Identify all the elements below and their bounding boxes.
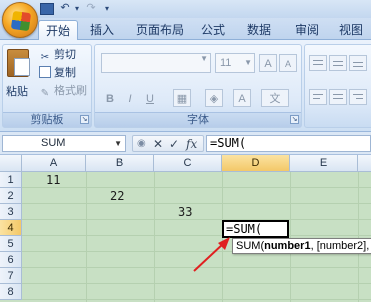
align-top-button[interactable] (309, 55, 327, 71)
ribbon: 粘贴 ✂ 剪切 复制 ✎ 格式刷 剪贴板 ↘ ▼ 11 ▼ A A B I U ▦ ◈… (0, 40, 371, 132)
customize-icon[interactable]: ▾ (100, 2, 114, 15)
font-size-combo[interactable]: 11 ▼ (215, 53, 255, 73)
align-right-button[interactable] (349, 89, 367, 105)
row-header-6[interactable]: 6 (0, 252, 22, 268)
tab-review[interactable]: 审阅 (292, 20, 322, 40)
clipboard-launcher-icon[interactable]: ↘ (80, 115, 89, 124)
copy-button[interactable]: 复制 (39, 65, 76, 81)
copy-label: 复制 (54, 67, 76, 79)
gridline (22, 299, 371, 300)
gridline (22, 219, 371, 220)
paste-button[interactable]: 粘贴 (6, 83, 28, 99)
brush-icon: ✎ (40, 88, 50, 99)
worksheet-grid[interactable]: A B C D E 1 2 3 4 5 6 7 8 11 22 33 =SUM(… (0, 155, 371, 302)
underline-button[interactable]: U (141, 89, 159, 107)
annotation-arrow-icon (193, 237, 230, 272)
font-color-button[interactable]: A (233, 89, 251, 107)
chevron-down-icon: ▼ (114, 139, 122, 148)
font-name-combo[interactable]: ▼ (101, 53, 211, 73)
align-left-button[interactable] (309, 89, 327, 105)
office-button[interactable] (2, 2, 38, 38)
phonetic-button[interactable]: 文 (261, 89, 289, 107)
enter-icon[interactable]: ✓ (169, 136, 179, 152)
align-bottom-button[interactable] (349, 55, 367, 71)
alignment-group (304, 44, 371, 128)
formula-bar: SUM ▼ ◉ ✕ ✓ fx =SUM( (0, 132, 371, 155)
column-header-a[interactable]: A (22, 155, 86, 172)
undo-dropdown-icon[interactable]: ▾ (70, 2, 84, 15)
row-header-8[interactable]: 8 (0, 284, 22, 300)
formula-bar-expand-icon[interactable]: ◉ (137, 136, 146, 152)
tab-view[interactable]: 视图 (336, 20, 366, 40)
redo-icon[interactable]: ↷ (84, 2, 98, 15)
tooltip-current-argument[interactable]: number1 (264, 240, 310, 252)
select-all-corner[interactable] (0, 155, 22, 172)
font-size-value: 11 (220, 57, 232, 69)
fill-color-button[interactable]: ◈ (205, 89, 223, 107)
tooltip-remaining-arguments: , [number2], ...) (310, 240, 371, 252)
column-header-d[interactable]: D (222, 155, 290, 172)
function-tooltip[interactable]: SUM(number1, [number2], ...) (232, 238, 371, 254)
office-logo-icon (10, 10, 32, 32)
column-header-e[interactable]: E (290, 155, 358, 172)
italic-button[interactable]: I (121, 89, 139, 107)
clipboard-group-label: 剪贴板 (3, 112, 91, 127)
gridline (22, 187, 371, 188)
name-box[interactable]: SUM ▼ (2, 135, 126, 152)
cell-b2[interactable]: 22 (110, 188, 124, 204)
gridline (22, 203, 371, 204)
gridline (22, 283, 371, 284)
column-header-f[interactable] (358, 155, 371, 172)
chevron-down-icon: ▼ (200, 54, 208, 63)
name-box-value: SUM (41, 137, 66, 149)
chevron-down-icon: ▼ (244, 58, 252, 67)
tooltip-function-name[interactable]: SUM( (236, 240, 264, 252)
cell-a1[interactable]: 11 (46, 172, 60, 188)
formula-controls: ◉ ✕ ✓ fx (132, 135, 204, 152)
row-header-4[interactable]: 4 (0, 220, 22, 236)
save-icon[interactable] (40, 3, 54, 15)
tab-page-layout[interactable]: 页面布局 (132, 20, 188, 40)
shrink-font-button[interactable]: A (279, 54, 297, 72)
cut-label: 剪切 (54, 49, 76, 61)
grow-font-button[interactable]: A (259, 54, 277, 72)
format-painter-button[interactable]: ✎ 格式刷 (39, 83, 87, 99)
insert-function-icon[interactable]: fx (186, 136, 197, 152)
clipboard-group: 粘贴 ✂ 剪切 复制 ✎ 格式刷 剪贴板 ↘ (2, 44, 92, 128)
cell-c3[interactable]: 33 (178, 204, 192, 220)
cancel-icon[interactable]: ✕ (153, 136, 163, 152)
format-painter-label: 格式刷 (54, 85, 87, 97)
font-group: ▼ 11 ▼ A A B I U ▦ ◈ A 文 字体 ↘ (94, 44, 302, 128)
tab-insert[interactable]: 插入 (86, 20, 118, 40)
copy-icon (39, 66, 51, 78)
row-header-2[interactable]: 2 (0, 188, 22, 204)
formula-input[interactable]: =SUM( (206, 135, 371, 152)
column-header-c[interactable]: C (154, 155, 222, 172)
tab-home[interactable]: 开始 (38, 20, 78, 41)
border-button[interactable]: ▦ (173, 89, 191, 107)
paste-icon[interactable] (7, 49, 30, 77)
font-launcher-icon[interactable]: ↘ (290, 115, 299, 124)
align-middle-button[interactable] (329, 55, 347, 71)
row-header-1[interactable]: 1 (0, 172, 22, 188)
row-header-3[interactable]: 3 (0, 204, 22, 220)
bold-button[interactable]: B (101, 89, 119, 107)
align-center-button[interactable] (329, 89, 347, 105)
tab-data[interactable]: 数据 (244, 20, 274, 40)
column-header-b[interactable]: B (86, 155, 154, 172)
row-header-5[interactable]: 5 (0, 236, 22, 252)
scissors-icon: ✂ (40, 52, 50, 63)
tab-formulas[interactable]: 公式 (198, 20, 228, 40)
cut-button[interactable]: ✂ 剪切 (39, 47, 76, 63)
title-bar: ↶ ▾ ↷ ▾ (0, 0, 371, 38)
row-header-7[interactable]: 7 (0, 268, 22, 284)
ribbon-tabs: 开始 插入 页面布局 公式 数据 审阅 视图 (0, 18, 371, 41)
font-group-label: 字体 (95, 112, 301, 127)
